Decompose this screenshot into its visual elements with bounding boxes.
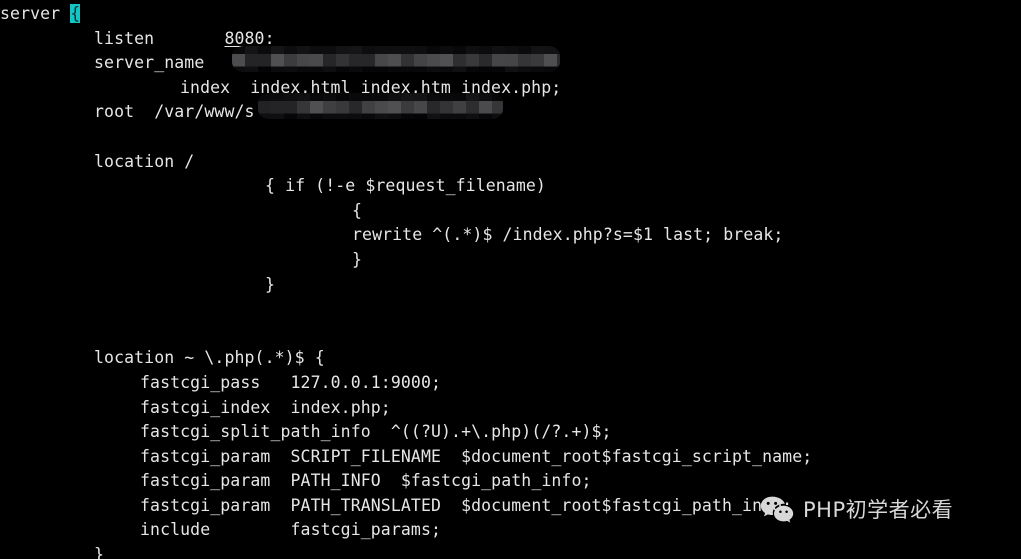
- redaction-cell: [310, 93, 323, 119]
- redaction-cell: [453, 93, 466, 119]
- redaction-cell: [505, 46, 518, 72]
- code-line: fastcgi_index index.php;: [0, 396, 1021, 421]
- server-name-redaction: [232, 46, 560, 72]
- terminal-screen: server {listen 8080: server_name index in…: [0, 0, 1021, 559]
- redaction-cell: [414, 93, 427, 119]
- redaction-cell: [271, 93, 284, 119]
- redaction-cell: [492, 93, 503, 119]
- code-line: }: [0, 273, 1021, 298]
- redaction-cell: [466, 46, 479, 72]
- code-editor-content[interactable]: server {listen 8080: server_name index in…: [0, 0, 1021, 559]
- code-token: fastcgi_split_path_info ^((?U).+\.php)(/…: [140, 422, 612, 442]
- code-token: listen: [94, 28, 225, 48]
- code-token-brace-match: {: [70, 4, 81, 23]
- redaction-cell: [349, 46, 362, 72]
- redaction-cell: [258, 93, 271, 119]
- redaction-cell: [284, 93, 297, 119]
- code-token: fastcgi_param PATH_TRANSLATED $document_…: [140, 495, 793, 515]
- redaction-cell: [336, 46, 349, 72]
- code-token: { if (!-e $request_filename): [265, 176, 546, 196]
- watermark-label: PHP初学者必看: [803, 498, 954, 522]
- code-token-underline: 8080: [224, 28, 265, 48]
- redaction-cell: [362, 46, 375, 72]
- redaction-cell: [440, 46, 453, 72]
- redaction-cell: [297, 93, 310, 119]
- code-token: :: [264, 28, 275, 48]
- redaction-cell: [388, 46, 401, 72]
- redaction-cell: [362, 93, 375, 119]
- code-line: }: [0, 248, 1021, 273]
- redaction-cell: [531, 46, 544, 72]
- redaction-cell: [310, 46, 323, 72]
- redaction-cell: [427, 46, 440, 72]
- code-token: fastcgi_param SCRIPT_FILENAME $document_…: [140, 446, 813, 466]
- redaction-cell: [258, 46, 271, 72]
- code-token: include fastcgi_params;: [140, 520, 442, 540]
- code-line: rewrite ^(.*)$ /index.php?s=$1 last; bre…: [0, 223, 1021, 248]
- redaction-cell: [453, 46, 466, 72]
- redaction-cell: [323, 93, 336, 119]
- code-line: location /: [0, 150, 1021, 175]
- code-token: }: [94, 545, 105, 559]
- code-token: fastcgi_index index.php;: [140, 397, 391, 417]
- code-token: location ~ \.php(.*)$ {: [94, 348, 325, 368]
- redaction-cell: [544, 46, 557, 72]
- redaction-cell: [440, 93, 453, 119]
- code-line: }: [0, 543, 1021, 559]
- redaction-cell: [414, 46, 427, 72]
- code-line: index index.html index.htm index.php;: [0, 76, 1021, 101]
- redaction-cell: [401, 93, 414, 119]
- redaction-cell: [375, 46, 388, 72]
- code-line: location ~ \.php(.*)$ {: [0, 346, 1021, 371]
- redaction-cell: [349, 93, 362, 119]
- code-token: server: [0, 4, 71, 23]
- code-token: {: [352, 200, 363, 220]
- root-path-redaction: [258, 93, 503, 119]
- code-token: server_name: [94, 53, 215, 73]
- code-token: rewrite ^(.*)$ /index.php?s=$1 last; bre…: [352, 225, 784, 245]
- redaction-cell: [297, 46, 310, 72]
- code-line: { if (!-e $request_filename): [0, 174, 1021, 199]
- redaction-cell: [479, 46, 492, 72]
- redaction-cell: [479, 93, 492, 119]
- code-line: fastcgi_param SCRIPT_FILENAME $document_…: [0, 445, 1021, 470]
- redaction-cell: [427, 93, 440, 119]
- code-line: fastcgi_param PATH_INFO $fastcgi_path_in…: [0, 469, 1021, 494]
- redaction-cell: [336, 93, 349, 119]
- redaction-cell: [232, 46, 245, 72]
- code-line: fastcgi_split_path_info ^((?U).+\.php)(/…: [0, 420, 1021, 445]
- redaction-cell: [271, 46, 284, 72]
- code-line: {: [0, 199, 1021, 224]
- code-token: fastcgi_param PATH_INFO $fastcgi_path_in…: [140, 471, 592, 491]
- redaction-cell: [284, 46, 297, 72]
- redaction-cell: [245, 46, 258, 72]
- redaction-cell: [375, 93, 388, 119]
- code-token: }: [265, 274, 276, 294]
- code-token: fastcgi_pass 127.0.0.1:9000;: [140, 372, 442, 392]
- redaction-cell: [518, 46, 531, 72]
- code-line: fastcgi_pass 127.0.0.1:9000;: [0, 371, 1021, 396]
- watermark: PHP初学者必看: [760, 496, 953, 525]
- code-line: root /var/www/s: [0, 100, 1021, 125]
- redaction-cell: [466, 93, 479, 119]
- redaction-cell: [388, 93, 401, 119]
- code-token: root /var/www/s: [94, 102, 255, 122]
- code-line: server {: [0, 2, 1021, 27]
- redaction-cell: [401, 46, 414, 72]
- wechat-icon: [760, 496, 794, 525]
- redaction-cell: [557, 46, 560, 72]
- code-token: location /: [94, 151, 195, 171]
- redaction-cell: [323, 46, 336, 72]
- code-token: }: [352, 249, 363, 269]
- redaction-cell: [492, 46, 505, 72]
